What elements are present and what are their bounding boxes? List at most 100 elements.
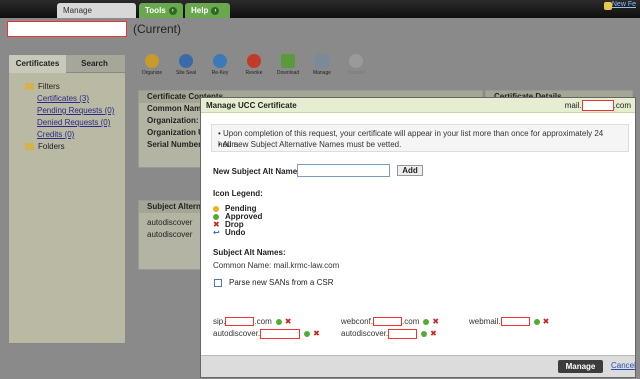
redacted-domain-title <box>7 21 127 37</box>
rekey-label: Re-Key <box>211 70 229 76</box>
notice-box: • Upon completion of this request, your … <box>211 124 629 152</box>
san-suffix: .com <box>402 317 420 326</box>
tab-help-label: Help <box>191 6 209 15</box>
san-item-webconf: webconf. .com ✖ <box>341 317 439 327</box>
tree-folders[interactable]: Folders <box>25 141 125 153</box>
download-button[interactable]: Download <box>273 54 303 76</box>
san-item-autodiscover: autodiscover. ✖ <box>213 329 320 339</box>
approved-icon <box>533 318 540 325</box>
san-prefix: autodiscover. <box>213 329 261 339</box>
drop-icon[interactable]: ✖ <box>285 317 292 326</box>
common-name: Common Name: mail.krmc-law.com <box>213 261 340 270</box>
redacted-domain <box>388 329 418 339</box>
pending-icon <box>213 205 219 212</box>
approved-icon <box>304 331 311 337</box>
legend-undo-label: Undo <box>225 228 246 237</box>
san-prefix: autodiscover. <box>341 329 389 339</box>
folder-icon <box>25 83 34 91</box>
site-seal-icon <box>179 54 193 68</box>
redacted-domain <box>225 317 255 327</box>
san-suffix: .com <box>254 317 272 326</box>
san-prefix: sip. <box>213 317 226 326</box>
cancel-link[interactable]: Cancel <box>611 361 636 370</box>
new-alt-name-label: New Subject Alt Name: <box>213 167 300 176</box>
parse-csr-label: Parse new SANs from a CSR <box>229 278 334 287</box>
dialog-domain: mail. .com <box>565 98 631 113</box>
san-prefix: webmail. <box>469 317 501 326</box>
tree-folders-label: Folders <box>38 142 65 151</box>
manage-toolbar-button[interactable]: Manage <box>307 54 337 76</box>
dialog-title: Manage UCC Certificate <box>206 101 297 110</box>
redacted-domain <box>260 329 301 339</box>
icon-legend: Pending Approved ✖ Drop ↩ Undo <box>213 205 262 237</box>
redacted-domain <box>373 317 403 327</box>
parse-csr-checkbox[interactable] <box>214 279 222 287</box>
approved-icon <box>275 318 282 325</box>
legend-undo: ↩ Undo <box>213 229 262 237</box>
dialog-header: Manage UCC Certificate mail. .com <box>201 98 635 113</box>
tab-help[interactable]: Help › <box>185 3 230 18</box>
revoke-label: Revoke <box>245 70 263 76</box>
left-panel: Certificates Search Filters Certificates … <box>8 54 126 344</box>
san-prefix: webconf. <box>341 317 374 326</box>
arrow-right-icon: › <box>211 6 220 15</box>
toolbar: Organize Site Seal Re-Key Revoke Downloa… <box>135 54 515 90</box>
tab-manage-certificates[interactable]: Manage Certificates <box>57 3 136 30</box>
notice-item: • Upon completion of this request, your … <box>218 129 604 149</box>
add-button[interactable]: Add <box>397 165 423 176</box>
notice-text: All new Subject Alternative Names must b… <box>222 140 402 149</box>
tree-item-pending[interactable]: Pending Requests (0) <box>25 105 125 117</box>
manage-toolbar-label: Manage <box>312 70 332 76</box>
domain-suffix: .com <box>613 101 631 110</box>
site-seal-button[interactable]: Site Seal <box>171 54 201 76</box>
rekey-button[interactable]: Re-Key <box>205 54 235 76</box>
manage-icon <box>315 54 329 68</box>
redacted-domain <box>581 100 614 112</box>
left-panel-tabs: Certificates Search <box>9 55 125 73</box>
subject-alt-names-title: Subject Alt Names: <box>213 248 286 257</box>
revoke-button[interactable]: Revoke <box>239 54 269 76</box>
dialog-footer: Manage Cancel <box>201 355 636 377</box>
transfer-label: Transfer <box>346 70 366 76</box>
drop-icon[interactable]: ✖ <box>430 329 437 338</box>
folder-icon <box>25 143 34 151</box>
organize-icon <box>145 54 159 68</box>
new-features-link[interactable]: New Fe <box>612 1 636 8</box>
notice-item: • All new Subject Alternative Names must… <box>218 140 402 149</box>
approved-icon <box>421 331 428 337</box>
organize-label: Organize <box>141 70 163 76</box>
organize-button[interactable]: Organize <box>137 54 167 76</box>
san-item-webmail: webmail. ✖ <box>469 317 550 327</box>
tree-item-certificates[interactable]: Certificates (3) <box>25 93 125 105</box>
manage-button[interactable]: Manage <box>558 360 603 373</box>
drop-icon[interactable]: ✖ <box>432 317 439 326</box>
domain-prefix: mail. <box>564 101 582 110</box>
icon-legend-title: Icon Legend: <box>213 189 263 198</box>
redacted-domain <box>500 317 530 327</box>
current-label: (Current) <box>133 22 182 36</box>
site-seal-label: Site Seal <box>175 70 196 76</box>
transfer-button[interactable]: Transfer <box>341 54 371 76</box>
tab-certificates[interactable]: Certificates <box>9 55 66 73</box>
arrow-right-icon: › <box>168 6 177 15</box>
tree-filters[interactable]: Filters <box>25 81 125 93</box>
undo-icon: ↩ <box>213 228 220 237</box>
san-item-sip: sip. .com ✖ <box>213 317 292 327</box>
drop-icon[interactable]: ✖ <box>313 329 320 338</box>
download-label: Download <box>276 70 300 76</box>
tree-item-denied[interactable]: Denied Requests (0) <box>25 117 125 129</box>
tab-tools[interactable]: Tools › <box>139 3 183 18</box>
tab-search[interactable]: Search <box>66 55 123 73</box>
tree-item-credits[interactable]: Credits (0) <box>25 129 125 141</box>
manage-ucc-dialog: Manage UCC Certificate mail. .com • Upon … <box>200 97 636 378</box>
top-nav-bar: Manage Certificates Tools› Help› New Fe <box>0 0 640 30</box>
transfer-icon <box>349 54 363 68</box>
new-alt-name-input[interactable] <box>297 164 390 177</box>
new-features-icon <box>604 2 612 10</box>
approved-icon <box>213 213 219 220</box>
drop-icon[interactable]: ✖ <box>543 317 550 326</box>
rekey-icon <box>213 54 227 68</box>
folder-tree: Filters Certificates (3) Pending Request… <box>9 73 125 153</box>
san-item-autodiscover-2: autodiscover. ✖ <box>341 329 437 339</box>
revoke-icon <box>247 54 261 68</box>
